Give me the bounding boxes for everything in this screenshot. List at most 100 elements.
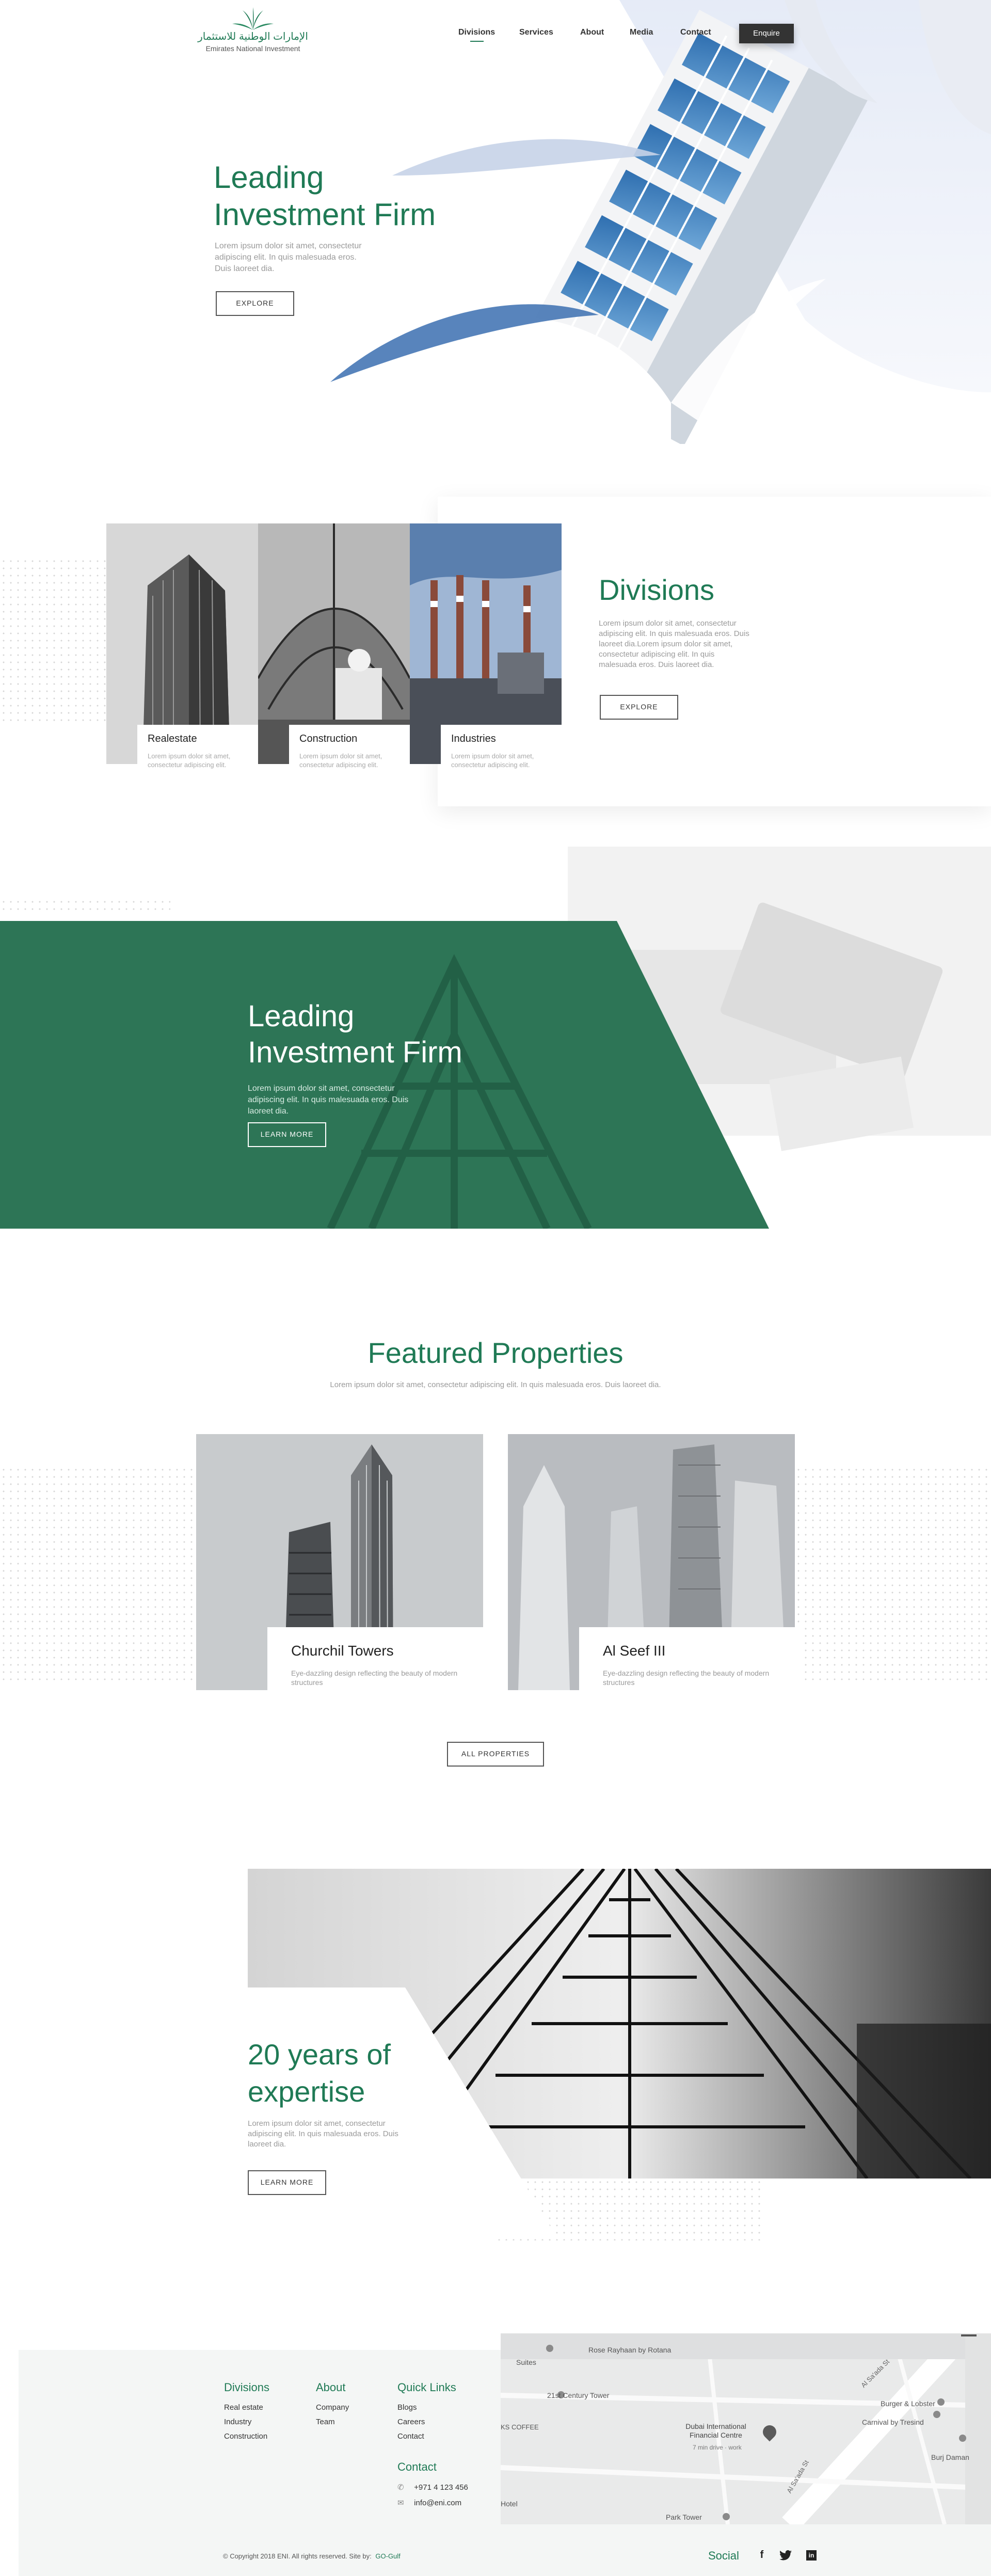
map-label-hotel: Hotel: [501, 2500, 518, 2508]
footer-email-row[interactable]: ✉ info@eni.com: [397, 2495, 468, 2511]
nav-about[interactable]: About: [580, 28, 604, 37]
map-label-suites: Suites: [516, 2358, 536, 2366]
alseef-title: Al Seef III: [603, 1643, 666, 1659]
nav-contact[interactable]: Contact: [680, 28, 711, 37]
logo[interactable]: الإمارات الوطنية للاستثمار Emirates Nati…: [196, 7, 310, 54]
footer-social-label: Social: [708, 2549, 739, 2562]
featured-section: Featured Properties Lorem ipsum dolor si…: [0, 1311, 991, 1786]
realestate-text: Lorem ipsum dolor sit amet, consectetur …: [137, 750, 246, 781]
footer-link-blogs[interactable]: Blogs: [397, 2400, 456, 2415]
footer-quick-heading: Quick Links: [397, 2381, 456, 2394]
map-label-park-tower: Park Tower: [666, 2513, 702, 2521]
construction-text: Lorem ipsum dolor sit amet, consectetur …: [289, 750, 397, 781]
footer-phone-row[interactable]: ✆ +971 4 123 456: [397, 2480, 468, 2495]
credit-link[interactable]: GO-Gulf: [375, 2552, 400, 2560]
industries-title: Industries: [451, 733, 496, 744]
map-label-carnival: Carnival by Tresind: [862, 2418, 924, 2426]
footer-link-industry[interactable]: Industry: [224, 2415, 269, 2429]
map-label-burj-daman: Burj Daman: [931, 2453, 969, 2461]
footer-link-real-estate[interactable]: Real estate: [224, 2400, 269, 2415]
expertise-learn-more-button[interactable]: LEARN MORE: [248, 2170, 326, 2195]
expertise-text: Lorem ipsum dolor sit amet, consectetur …: [248, 2119, 398, 2149]
map-pin-park-tower-icon[interactable]: [723, 2513, 730, 2520]
churchil-title: Churchil Towers: [291, 1643, 394, 1659]
linkedin-icon[interactable]: in: [806, 2550, 817, 2561]
footer-link-contact[interactable]: Contact: [397, 2429, 456, 2444]
hero-section: Leading Investment Firm Lorem ipsum dolo…: [0, 0, 991, 449]
footer-link-careers[interactable]: Careers: [397, 2415, 456, 2429]
phone-icon: ✆: [397, 2483, 404, 2492]
map-label-21st: 21st Century Tower: [547, 2391, 610, 2399]
banner-title-line2: Investment Firm: [248, 1036, 462, 1069]
nav-divisions-label: Divisions: [458, 28, 496, 37]
banner-learn-more-button[interactable]: LEARN MORE: [248, 1122, 326, 1147]
nav-divisions[interactable]: Divisions: [458, 28, 495, 42]
banner-text: Lorem ipsum dolor sit amet, consectetur …: [248, 1084, 409, 1116]
logo-leaf-icon: [232, 7, 274, 30]
footer-divisions-column: Divisions Real estate Industry Construct…: [224, 2381, 269, 2444]
divisions-title: Divisions: [599, 574, 715, 606]
footer-contact-column: Contact ✆ +971 4 123 456 ✉ info@eni.com: [397, 2460, 468, 2511]
property-card-alseef[interactable]: Al Seef III Eye-dazzling design reflecti…: [508, 1434, 801, 1697]
featured-dots-left: [0, 1466, 196, 1683]
footer-link-company[interactable]: Company: [316, 2400, 349, 2415]
map-label-rose: Rose Rayhaan by Rotana: [588, 2346, 672, 2354]
map-label-drive: 7 min drive · work: [693, 2444, 742, 2451]
banner-title-line1: Leading: [248, 999, 355, 1033]
map-label-coffee: KS COFFEE: [501, 2423, 539, 2431]
map-label-burger: Burger & Lobster: [881, 2399, 935, 2408]
realestate-title: Realestate: [148, 733, 197, 744]
footer-link-construction[interactable]: Construction: [224, 2429, 269, 2444]
featured-subtitle: Lorem ipsum dolor sit amet, consectetur …: [330, 1380, 661, 1389]
logo-english: Emirates National Investment: [205, 44, 300, 53]
divisions-section: Realestate Lorem ipsum dolor sit amet, c…: [0, 485, 991, 816]
churchil-caption: Churchil Towers Eye-dazzling design refl…: [267, 1627, 489, 1697]
map-pin-rose-icon[interactable]: [546, 2345, 553, 2352]
hero-explore-button[interactable]: EXPLORE: [216, 291, 294, 316]
all-properties-button[interactable]: ALL PROPERTIES: [447, 1742, 544, 1767]
map-zoom-control[interactable]: [961, 2334, 977, 2336]
hero-title-line2: Investment Firm: [214, 197, 436, 232]
nav-active-underline: [470, 41, 484, 42]
footer-quick-links-column: Quick Links Blogs Careers Contact: [397, 2381, 456, 2444]
divisions-text: Lorem ipsum dolor sit amet, consectetur …: [599, 619, 749, 669]
mail-icon: ✉: [397, 2499, 404, 2507]
churchil-text: Eye-dazzling design reflecting the beaut…: [291, 1669, 458, 1687]
expertise-title: 20 years of expertise: [248, 2036, 391, 2110]
logo-arabic: الإمارات الوطنية للاستثمار: [198, 31, 308, 42]
footer-link-team[interactable]: Team: [316, 2415, 349, 2429]
hero-title: Leading Investment Firm: [214, 159, 436, 233]
map-pin-burger-icon[interactable]: [937, 2398, 945, 2406]
hero-title-line1: Leading: [214, 160, 324, 195]
division-card-construction[interactable]: Construction: [258, 523, 410, 764]
site-header: الإمارات الوطنية للاستثمار Emirates Nati…: [0, 0, 991, 57]
footer-divisions-heading: Divisions: [224, 2381, 270, 2394]
alseef-caption: Al Seef III Eye-dazzling design reflecti…: [579, 1627, 801, 1697]
copyright-text: © Copyright 2018 ENI. All rights reserve…: [223, 2552, 372, 2560]
enquire-button[interactable]: Enquire: [739, 24, 794, 43]
site-footer: Divisions Real estate Industry Construct…: [0, 2333, 991, 2576]
banner-dots: [0, 898, 170, 914]
expertise-title-line2: expertise: [248, 2075, 365, 2108]
division-card-realestate[interactable]: Realestate: [106, 523, 258, 764]
hero-text: Lorem ipsum dolor sit amet, consectetur …: [215, 242, 362, 273]
nav-services[interactable]: Services: [519, 28, 553, 37]
main-nav: Divisions Services About Media Contact: [458, 28, 727, 43]
footer-contact-heading: Contact: [397, 2460, 437, 2473]
division-card-industries[interactable]: Industries: [410, 523, 562, 764]
twitter-icon[interactable]: [779, 2550, 792, 2561]
facebook-icon[interactable]: f: [757, 2549, 767, 2562]
footer-map[interactable]: Rose Rayhaan by Rotana 21st Century Towe…: [501, 2333, 991, 2524]
featured-dots-right: [795, 1466, 991, 1683]
property-card-churchil[interactable]: Churchil Towers Eye-dazzling design refl…: [196, 1434, 489, 1697]
footer-about-column: About Company Team: [316, 2381, 349, 2429]
expertise-title-line1: 20 years of: [248, 2038, 391, 2071]
map-pin-burj-daman-icon[interactable]: [959, 2435, 966, 2442]
map-label-dubai: Dubai International Financial Centre: [685, 2422, 746, 2439]
banner-section: Leading Investment Firm Lorem ipsum dolo…: [0, 847, 991, 1239]
expertise-section: 20 years of expertise Lorem ipsum dolor …: [0, 1869, 991, 2240]
nav-media[interactable]: Media: [630, 28, 653, 37]
construction-title: Construction: [299, 733, 358, 744]
map-pin-carnival-icon[interactable]: [933, 2411, 940, 2418]
divisions-explore-button[interactable]: EXPLORE: [600, 695, 678, 720]
